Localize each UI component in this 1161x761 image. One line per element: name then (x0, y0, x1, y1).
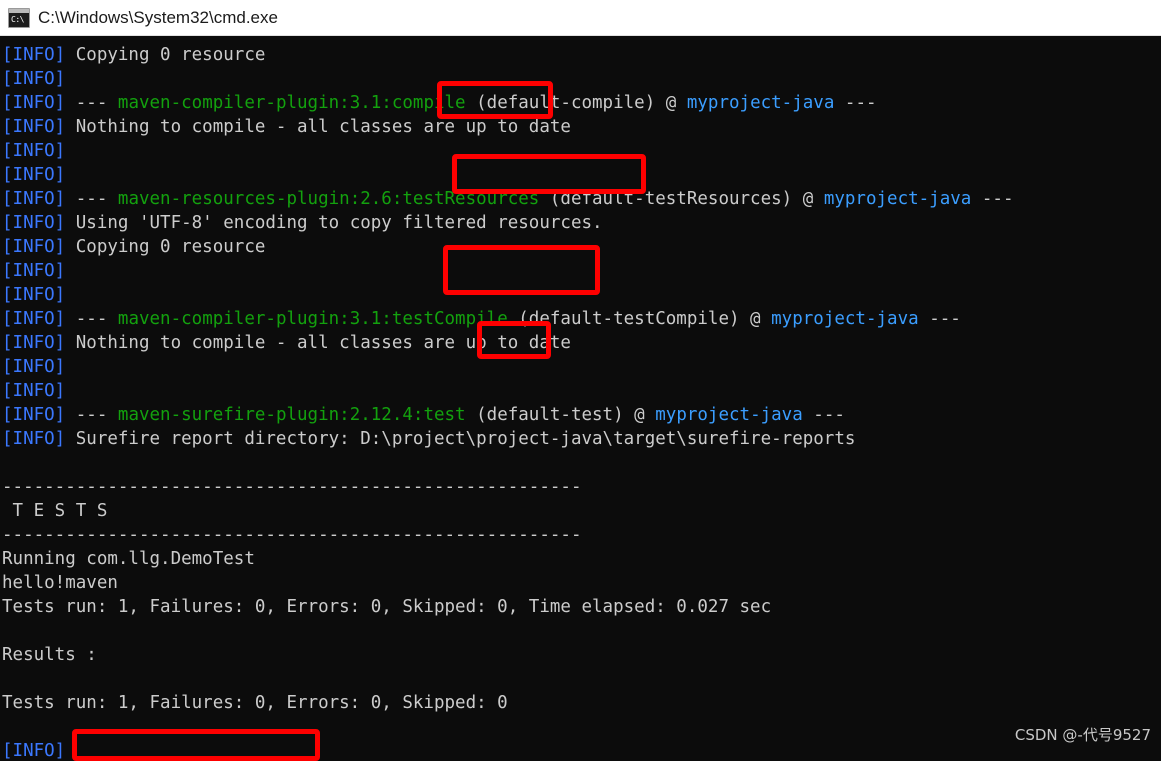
console-line: ----------------------------------------… (2, 523, 1161, 547)
console-text-segment: myproject-java (655, 405, 803, 425)
console-text-segment: Nothing to compile - all classes are up … (65, 117, 571, 137)
console-line (2, 619, 1161, 643)
window-title: C:\Windows\System32\cmd.exe (38, 8, 278, 28)
console-line: T E S T S (2, 499, 1161, 523)
console-text-segment: [INFO] (2, 261, 65, 281)
console-line: [INFO] --- maven-compiler-plugin:3.1:tes… (2, 307, 1161, 331)
console-line: [INFO] Copying 0 resource (2, 235, 1161, 259)
console-text-segment: Copying 0 resource (65, 45, 265, 65)
console-text-segment: [INFO] (2, 429, 65, 449)
console-text-segment: Running com.llg.DemoTest (2, 549, 255, 569)
console-text-segment: Copying 0 resource (65, 237, 265, 257)
console-text-segment: --- (834, 93, 876, 113)
console-text-segment: (default-testCompile) @ (508, 309, 771, 329)
console-line: [INFO] (2, 259, 1161, 283)
console-line: [INFO] Nothing to compile - all classes … (2, 115, 1161, 139)
console-line: [INFO] (2, 379, 1161, 403)
console-text-segment: [INFO] (2, 165, 65, 185)
console-text-segment: myproject-java (687, 93, 835, 113)
console-text-segment: maven-resources-plugin:2.6:testResources (118, 189, 539, 209)
console-line: [INFO] Nothing to compile - all classes … (2, 331, 1161, 355)
console-line: [INFO] (2, 739, 1161, 761)
console-line: Results : (2, 643, 1161, 667)
console-line: ----------------------------------------… (2, 475, 1161, 499)
console-text-segment: maven-surefire-plugin:2.12.4:test (118, 405, 466, 425)
console-text-segment: --- (65, 93, 118, 113)
console-line (2, 715, 1161, 739)
console-text-segment: [INFO] (2, 405, 65, 425)
console-text-segment: [INFO] (2, 213, 65, 233)
console-text-segment: (default-testResources) @ (539, 189, 823, 209)
console-line: Tests run: 1, Failures: 0, Errors: 0, Sk… (2, 691, 1161, 715)
console-text-segment: Tests run: 1, Failures: 0, Errors: 0, Sk… (2, 597, 771, 617)
console-text-segment: [INFO] (2, 309, 65, 329)
console-text-segment: (default-test) @ (466, 405, 656, 425)
console-text-segment: Tests run: 1, Failures: 0, Errors: 0, Sk… (2, 693, 508, 713)
console-line: [INFO] --- maven-compiler-plugin:3.1:com… (2, 91, 1161, 115)
console-text-segment: [INFO] (2, 237, 65, 257)
console-text-segment: [INFO] (2, 93, 65, 113)
console-text-segment: --- (803, 405, 845, 425)
console-text-segment: --- (65, 405, 118, 425)
console-line: [INFO] (2, 139, 1161, 163)
console-text-segment: --- (65, 309, 118, 329)
console-output[interactable]: [INFO] Copying 0 resource[INFO][INFO] --… (0, 36, 1161, 761)
console-text-segment: hello!maven (2, 573, 118, 593)
cmd-icon-glyph: C:\ (11, 13, 24, 26)
console-text-segment: --- (971, 189, 1013, 209)
console-text-segment: --- (919, 309, 961, 329)
window-titlebar: C:\ C:\Windows\System32\cmd.exe (0, 0, 1161, 36)
console-text-segment: Nothing to compile - all classes are up … (65, 333, 571, 353)
console-text-segment: Surefire report directory: D:\project\pr… (65, 429, 855, 449)
console-line: Tests run: 1, Failures: 0, Errors: 0, Sk… (2, 595, 1161, 619)
console-text-segment: [INFO] (2, 285, 65, 305)
console-line (2, 451, 1161, 475)
console-line-list: [INFO] Copying 0 resource[INFO][INFO] --… (2, 43, 1161, 761)
console-line: [INFO] Copying 0 resource (2, 43, 1161, 67)
console-line: [INFO] (2, 283, 1161, 307)
console-text-segment: myproject-java (771, 309, 919, 329)
console-line (2, 667, 1161, 691)
console-text-segment: ----------------------------------------… (2, 477, 581, 497)
console-text-segment: --- (65, 189, 118, 209)
console-text-segment: ----------------------------------------… (2, 525, 581, 545)
console-text-segment: Using 'UTF-8' encoding to copy filtered … (65, 213, 602, 233)
console-text-segment: T E S T S (2, 501, 107, 521)
console-line: [INFO] (2, 67, 1161, 91)
console-text-segment: [INFO] (2, 333, 65, 353)
console-text-segment: Results : (2, 645, 97, 665)
console-text-segment: (default-compile) @ (466, 93, 687, 113)
console-text-segment: [INFO] (2, 69, 65, 89)
console-text-segment: myproject-java (824, 189, 972, 209)
cmd-console-icon: C:\ (8, 8, 30, 28)
console-line: [INFO] --- maven-surefire-plugin:2.12.4:… (2, 403, 1161, 427)
console-text-segment: [INFO] (2, 117, 65, 137)
console-text-segment: [INFO] (2, 45, 65, 65)
console-text-segment: [INFO] (2, 357, 65, 377)
csdn-watermark: CSDN @-代号9527 (1015, 724, 1151, 745)
console-text-segment: [INFO] (2, 741, 65, 761)
cmd-window: C:\ C:\Windows\System32\cmd.exe [INFO] C… (0, 0, 1161, 761)
console-line: [INFO] (2, 355, 1161, 379)
console-line: Running com.llg.DemoTest (2, 547, 1161, 571)
console-text-segment: maven-compiler-plugin:3.1:testCompile (118, 309, 508, 329)
console-text-segment: [INFO] (2, 189, 65, 209)
console-text-segment: maven-compiler-plugin:3.1:compile (118, 93, 466, 113)
console-line: [INFO] Using 'UTF-8' encoding to copy fi… (2, 211, 1161, 235)
console-line: [INFO] Surefire report directory: D:\pro… (2, 427, 1161, 451)
console-text-segment: [INFO] (2, 381, 65, 401)
console-line: [INFO] --- maven-resources-plugin:2.6:te… (2, 187, 1161, 211)
console-text-segment: [INFO] (2, 141, 65, 161)
console-line: [INFO] (2, 163, 1161, 187)
console-line: hello!maven (2, 571, 1161, 595)
